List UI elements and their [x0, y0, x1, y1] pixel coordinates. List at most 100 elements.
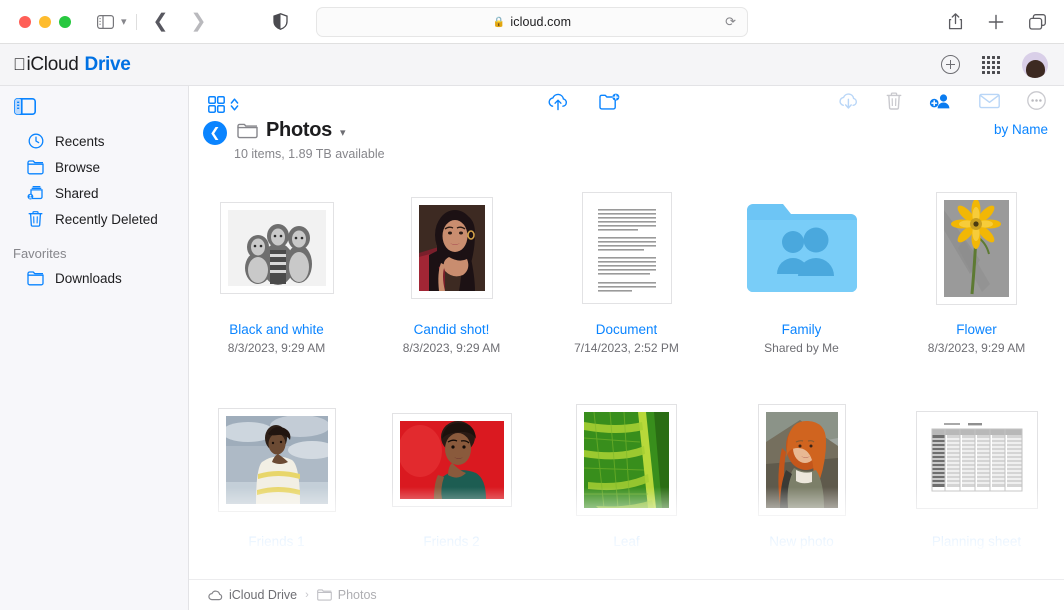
bw-family-portrait-icon	[227, 210, 326, 286]
toolbar-center-actions	[547, 92, 620, 111]
sort-by-button[interactable]: by Name	[994, 122, 1048, 137]
thumbnail	[539, 188, 714, 308]
sidebar-item-label: Recently Deleted	[55, 211, 158, 227]
file-name: Black and white	[229, 322, 324, 337]
view-mode-control[interactable]	[208, 95, 239, 113]
file-item[interactable]: Friends 1 8/9/2023, 12:10 PM	[189, 392, 364, 565]
sidebar-toggle-icon[interactable]	[14, 98, 188, 115]
shared-folder-people-icon	[746, 204, 857, 292]
add-people-icon[interactable]	[929, 92, 952, 110]
sidebar-group-favorites: Favorites	[13, 246, 67, 261]
file-subtitle: 8/3/2023, 9:29 AM	[577, 553, 676, 565]
file-grid-scroll-area[interactable]: Black and white 8/3/2023, 9:29 AM Candid…	[189, 180, 1064, 565]
back-button[interactable]: ❮	[203, 121, 227, 145]
thumbnail	[539, 400, 714, 520]
path-bar: ❮ Photos ▾ 10 items, 1.89 TB available b…	[189, 117, 1064, 174]
sidebar: Recents Browse Shared Recently Deleted F…	[0, 86, 189, 610]
file-item[interactable]: Family Shared by Me	[714, 180, 889, 392]
maximize-window-button[interactable]	[59, 15, 71, 28]
back-chevron-icon[interactable]: ❮	[153, 12, 169, 31]
forward-chevron-icon[interactable]: ❯	[190, 12, 206, 31]
minimize-window-button[interactable]	[39, 15, 51, 28]
thumbnail	[364, 188, 539, 308]
folder-icon	[316, 589, 332, 601]
trash-icon	[27, 211, 44, 228]
upload-to-cloud-icon[interactable]	[547, 92, 569, 111]
sidebar-item-label: Shared	[55, 185, 99, 201]
shared-folder-icon	[27, 185, 44, 202]
file-name: Candid shot!	[413, 322, 490, 337]
file-name: Document	[595, 322, 658, 337]
chevron-down-icon[interactable]: ▾	[340, 126, 346, 139]
app-grid-icon[interactable]	[982, 55, 1000, 74]
man-clouds-sky-icon	[225, 416, 328, 504]
file-subtitle: 8/3/2023, 9:29 AM	[752, 553, 851, 565]
browser-sidebar-toggle-icon[interactable]	[97, 14, 114, 29]
sidebar-item-downloads[interactable]: Downloads	[0, 265, 188, 291]
sidebar-item-label: Recents	[55, 133, 105, 149]
woman-smiling-portrait-icon	[418, 205, 485, 291]
file-subtitle: 8/9/2023, 12:10 PM	[224, 553, 329, 565]
avatar[interactable]	[1022, 51, 1048, 78]
icloud-app-header:  iCloud Drive	[0, 44, 1064, 86]
file-subtitle: 8/3/2023, 9:29 AM	[402, 341, 501, 355]
tab-overview-chevron-down-icon[interactable]: ▾	[121, 15, 127, 28]
file-item[interactable]: Planning sheet 8/3/2023, 3:53 PM	[889, 392, 1064, 565]
file-grid: Black and white 8/3/2023, 9:29 AM Candid…	[189, 180, 1064, 565]
cloud-icon	[208, 590, 223, 601]
plus-circle-icon[interactable]	[941, 55, 960, 74]
close-window-button[interactable]	[19, 15, 31, 28]
more-ellipsis-icon[interactable]	[1027, 91, 1046, 110]
file-name: Flower	[956, 322, 997, 337]
address-bar[interactable]: 🔒 icloud.com ⟳	[316, 7, 748, 37]
folder-title-group[interactable]: Photos ▾	[237, 119, 346, 142]
redhead-woman-outdoors-icon	[765, 412, 838, 508]
breadcrumb-label: iCloud Drive	[229, 588, 298, 602]
sidebar-item-shared[interactable]: Shared	[0, 180, 188, 206]
breadcrumb-separator: ›	[305, 589, 309, 601]
item-count-label: 10 items, 1.89 TB available	[234, 147, 385, 161]
brand-drive-label: Drive	[72, 53, 131, 75]
file-item[interactable]: Candid shot! 8/3/2023, 9:29 AM	[364, 180, 539, 392]
mail-icon[interactable]	[979, 93, 1000, 109]
app-body: Recents Browse Shared Recently Deleted F…	[0, 86, 1064, 610]
file-item[interactable]: Friends 2 8/3/2023, 9:29 AM	[364, 392, 539, 565]
reload-icon[interactable]: ⟳	[725, 14, 736, 30]
file-item[interactable]: Leaf 8/3/2023, 9:29 AM	[539, 392, 714, 565]
breadcrumb-item-icloud-drive[interactable]: iCloud Drive	[208, 588, 297, 602]
clock-icon	[27, 133, 44, 150]
browser-toolbar: ▾ ❮ ❯ 🔒 icloud.com ⟳	[0, 0, 1064, 44]
file-item[interactable]: Black and white 8/3/2023, 9:29 AM	[189, 180, 364, 392]
window-controls[interactable]	[19, 15, 71, 28]
folder-icon	[237, 123, 258, 139]
privacy-shield-icon[interactable]	[273, 13, 289, 30]
sidebar-item-recently-deleted[interactable]: Recently Deleted	[0, 206, 188, 232]
icloud-drive-brand[interactable]:  iCloud Drive	[13, 54, 131, 76]
sort-stepper-icon[interactable]	[230, 97, 239, 112]
folder-icon	[27, 270, 44, 287]
breadcrumb-item-photos[interactable]: Photos	[316, 588, 377, 602]
new-folder-icon[interactable]	[599, 93, 620, 111]
file-item[interactable]: Document 7/14/2023, 2:52 PM	[539, 180, 714, 392]
file-subtitle: 7/14/2023, 2:52 PM	[574, 341, 679, 355]
browser-navigation[interactable]: ❮ ❯	[153, 12, 207, 31]
sidebar-item-recents[interactable]: Recents	[0, 128, 188, 154]
yellow-sunflower-icon	[944, 199, 1009, 297]
toolbar-divider	[135, 13, 137, 30]
file-item[interactable]: Flower 8/3/2023, 9:29 AM	[889, 180, 1064, 392]
sidebar-item-label: Downloads	[55, 270, 122, 286]
new-tab-plus-icon[interactable]	[988, 14, 1004, 30]
brand-icloud-label: iCloud	[14, 53, 78, 75]
thumbnail	[189, 400, 364, 520]
tab-overview-icon[interactable]	[1029, 13, 1046, 30]
sidebar-item-browse[interactable]: Browse	[0, 154, 188, 180]
apple-logo-icon: 	[13, 55, 26, 75]
download-icon[interactable]	[838, 92, 859, 110]
grid-view-icon[interactable]	[208, 95, 225, 113]
breadcrumb: iCloud Drive › Photos	[189, 579, 1064, 610]
share-icon[interactable]	[948, 13, 963, 30]
thumbnail	[364, 400, 539, 520]
file-item[interactable]: New photo 8/3/2023, 9:29 AM	[714, 392, 889, 565]
trash-icon[interactable]	[886, 91, 902, 110]
file-subtitle: 8/3/2023, 9:29 AM	[927, 341, 1026, 355]
